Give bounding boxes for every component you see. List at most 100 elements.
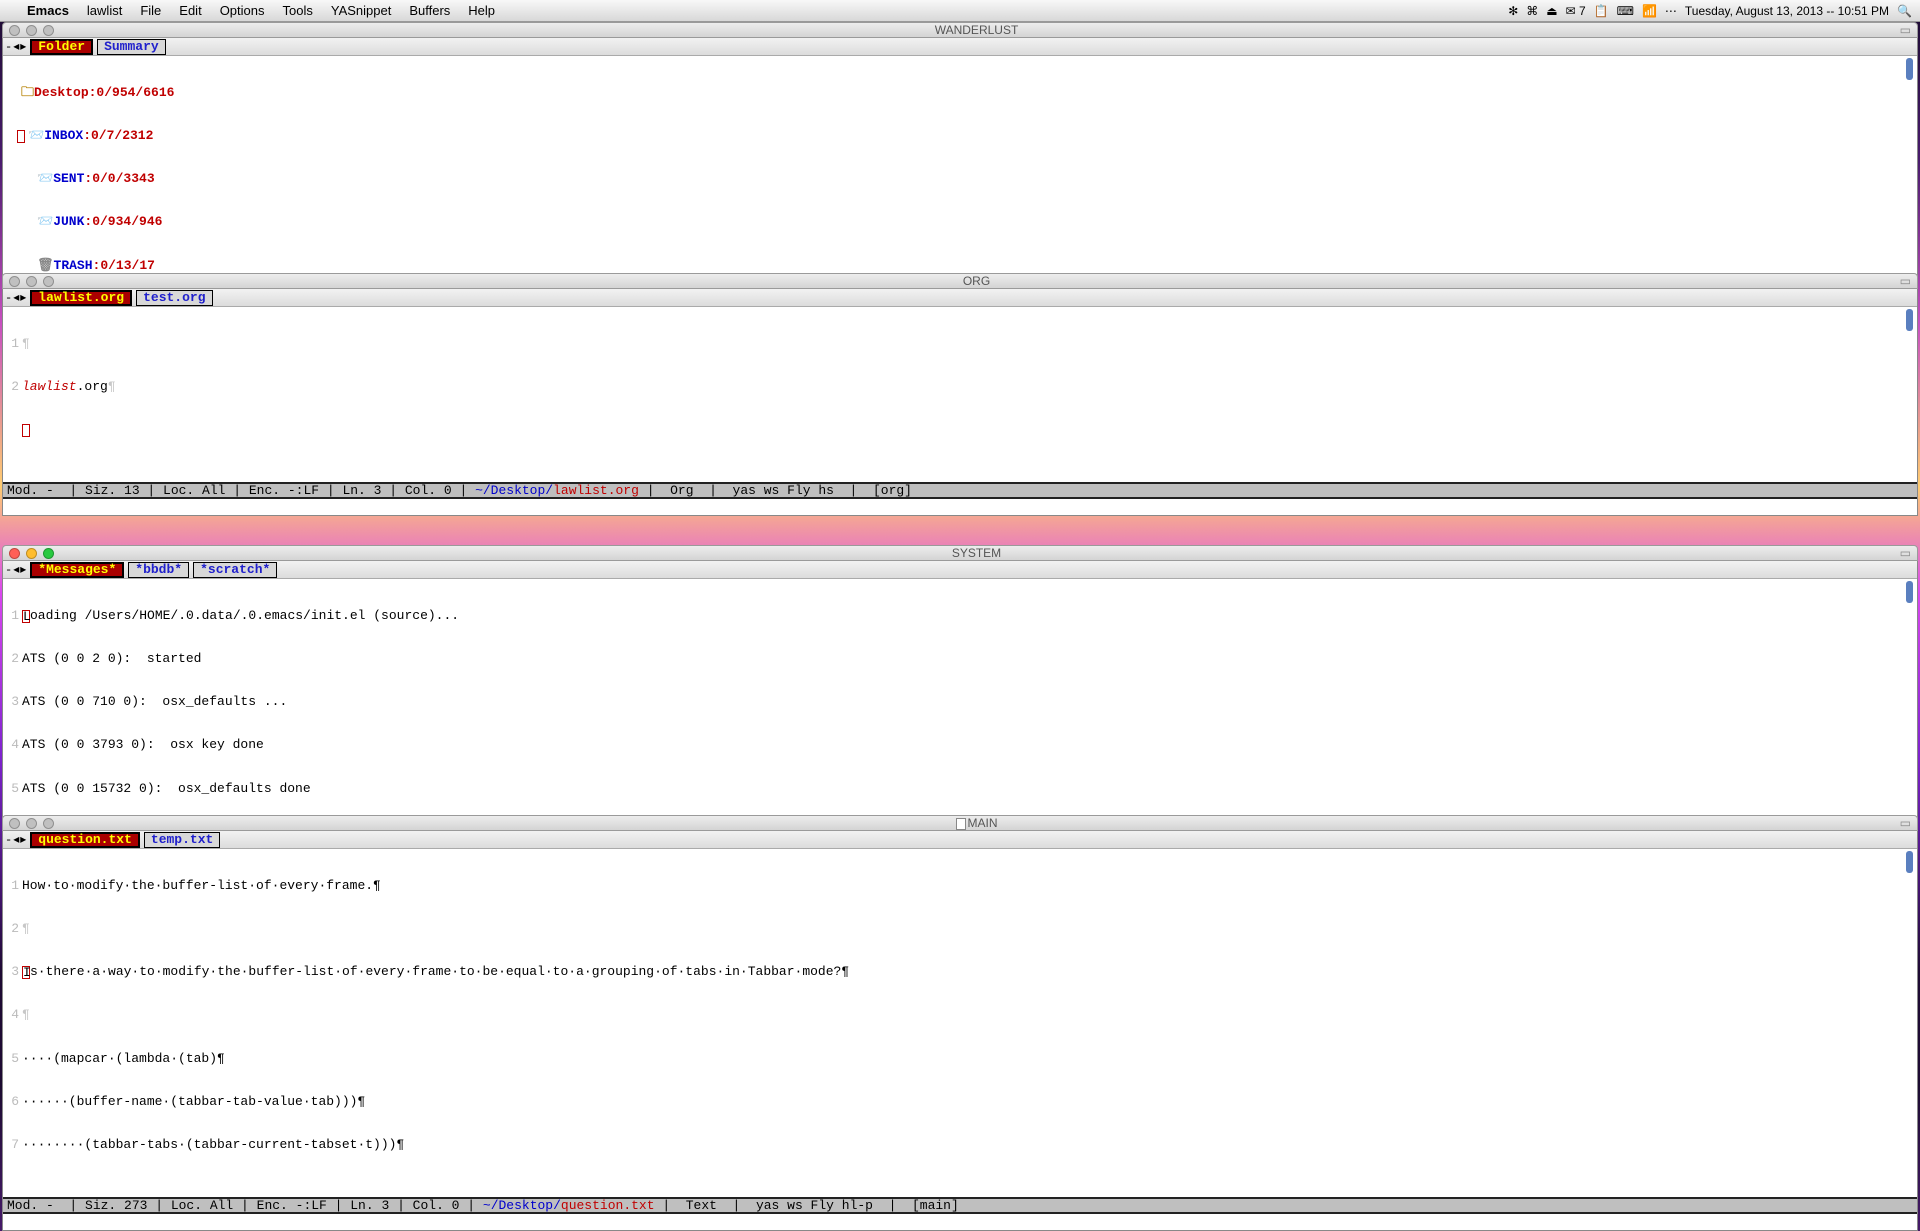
folder-item[interactable]: TRASH — [54, 258, 93, 273]
buffer-text[interactable]: 1How·to·modify·the·buffer-list·of·every·… — [3, 849, 1917, 1197]
tabbar: -◂▸ question.txt temp.txt — [3, 831, 1917, 849]
titlebar-toggle-icon[interactable]: ▭ — [1891, 23, 1911, 37]
tab-question-txt[interactable]: question.txt — [30, 832, 140, 848]
tabbar-controls[interactable]: -◂▸ — [5, 832, 26, 847]
folder-item[interactable]: INBOX — [44, 128, 83, 143]
menu-emacs[interactable]: Emacs — [18, 3, 78, 18]
titlebar[interactable]: WANDERLUST ▭ — [2, 22, 1918, 38]
tab-scratch[interactable]: *scratch* — [193, 562, 277, 578]
scrollbar[interactable] — [1906, 851, 1913, 873]
menu-yasnippet[interactable]: YASnippet — [322, 3, 400, 18]
minimize-icon[interactable] — [26, 548, 37, 559]
buffer-org[interactable]: 1¶ 2lawlist.org¶ — [3, 307, 1917, 482]
frame-title: WANDERLUST — [62, 23, 1891, 37]
line-number: 7 — [5, 1138, 19, 1152]
zoom-icon[interactable] — [43, 818, 54, 829]
folder-counts: :0/0/3343 — [84, 171, 154, 186]
close-icon[interactable] — [9, 25, 20, 36]
line-number: 2 — [5, 922, 19, 936]
status-icon[interactable]: ⋯ — [1665, 4, 1677, 18]
folder-counts: :0/934/946 — [84, 214, 162, 229]
message-line: ATS (0 0 3793 0): osx key done — [22, 737, 264, 752]
menu-help[interactable]: Help — [459, 3, 504, 18]
tab-temp-txt[interactable]: temp.txt — [144, 832, 220, 848]
wifi-icon[interactable]: 📶 — [1642, 4, 1657, 18]
titlebar[interactable]: ORG ▭ — [2, 273, 1918, 289]
line-number: 6 — [5, 1095, 19, 1109]
frame-org: ORG ▭ -◂▸ lawlist.org test.org 1¶ 2lawli… — [2, 273, 1918, 488]
status-icon[interactable]: ⌨ — [1617, 4, 1634, 18]
zoom-icon[interactable] — [43, 276, 54, 287]
status-icon[interactable]: ⏏ — [1546, 4, 1557, 18]
menu-lawlist[interactable]: lawlist — [78, 3, 131, 18]
titlebar-toggle-icon[interactable]: ▭ — [1891, 274, 1911, 288]
cursor — [17, 130, 25, 143]
minimize-icon[interactable] — [26, 818, 37, 829]
text-line: ¶ — [22, 921, 30, 936]
scrollbar[interactable] — [1906, 581, 1913, 603]
tabbar-controls[interactable]: -◂▸ — [5, 562, 26, 577]
titlebar[interactable]: SYSTEM ▭ — [2, 545, 1918, 561]
menubar-right: ✻ ⌘ ⏏ ✉ 7 📋 ⌨ 📶 ⋯ Tuesday, August 13, 20… — [1508, 4, 1912, 18]
line-number: 1 — [5, 879, 19, 893]
folder-counts: :0/7/2312 — [83, 128, 153, 143]
frame-wanderlust: WANDERLUST ▭ -◂▸ Folder Summary 🗀Desktop… — [2, 22, 1918, 247]
folder-root: Desktop:0/954/6616 — [34, 85, 174, 100]
tab-lawlist-org[interactable]: lawlist.org — [30, 290, 132, 306]
modeline: Mod. - | Siz. 273 | Loc. All | Enc. -:LF… — [3, 1197, 1917, 1214]
message-line: ATS (0 0 710 0): osx_defaults ... — [22, 694, 287, 709]
document-icon — [956, 818, 966, 830]
echo-area — [3, 1214, 1917, 1230]
status-icon[interactable]: ⌘ — [1526, 4, 1538, 18]
status-icon[interactable]: 📋 — [1594, 4, 1609, 18]
mail-icon[interactable]: ✉ 7 — [1566, 4, 1586, 18]
tabbar: -◂▸ lawlist.org test.org — [3, 289, 1917, 307]
menu-edit[interactable]: Edit — [170, 3, 210, 18]
pilcrow: ¶ — [22, 336, 30, 351]
status-icon[interactable]: ✻ — [1508, 4, 1518, 18]
spotlight-icon[interactable]: 🔍 — [1897, 4, 1912, 18]
tab-summary[interactable]: Summary — [97, 39, 166, 55]
minimize-icon[interactable] — [26, 25, 37, 36]
close-icon[interactable] — [9, 818, 20, 829]
frame-system: SYSTEM ▭ -◂▸ *Messages* *bbdb* *scratch*… — [2, 545, 1918, 780]
line-number: 5 — [5, 1052, 19, 1066]
menu-options[interactable]: Options — [211, 3, 274, 18]
tab-test-org[interactable]: test.org — [136, 290, 212, 306]
text-line: How·to·modify·the·buffer-list·of·every·f… — [22, 878, 381, 893]
close-icon[interactable] — [9, 548, 20, 559]
tabbar-controls[interactable]: -◂▸ — [5, 39, 26, 54]
tab-folder[interactable]: Folder — [30, 39, 93, 55]
folder-item[interactable]: JUNK — [53, 214, 84, 229]
pilcrow: ¶ — [108, 379, 116, 394]
tab-bbdb[interactable]: *bbdb* — [128, 562, 189, 578]
titlebar-toggle-icon[interactable]: ▭ — [1891, 546, 1911, 560]
mac-menubar: Emacs lawlist File Edit Options Tools YA… — [0, 0, 1920, 22]
mailbox-icon: 📨 — [37, 171, 53, 186]
close-icon[interactable] — [9, 276, 20, 287]
text-line: ····(mapcar·(lambda·(tab)¶ — [22, 1051, 225, 1066]
titlebar[interactable]: MAIN ▭ — [2, 815, 1918, 831]
modeline: Mod. - | Siz. 13 | Loc. All | Enc. -:LF … — [3, 482, 1917, 499]
message-line: ATS (0 0 2 0): started — [22, 651, 201, 666]
clock[interactable]: Tuesday, August 13, 2013 -- 10:51 PM — [1685, 4, 1889, 18]
tabbar-controls[interactable]: -◂▸ — [5, 290, 26, 305]
zoom-icon[interactable] — [43, 25, 54, 36]
tabbar: -◂▸ *Messages* *bbdb* *scratch* — [3, 561, 1917, 579]
message-line: oading /Users/HOME/.0.data/.0.emacs/init… — [30, 608, 459, 623]
menu-file[interactable]: File — [131, 3, 170, 18]
titlebar-toggle-icon[interactable]: ▭ — [1891, 816, 1911, 830]
minimize-icon[interactable] — [26, 276, 37, 287]
scrollbar[interactable] — [1906, 309, 1913, 331]
menu-buffers[interactable]: Buffers — [400, 3, 459, 18]
scrollbar[interactable] — [1906, 58, 1913, 80]
line-number: 2 — [5, 380, 19, 394]
folder-item[interactable]: SENT — [53, 171, 84, 186]
line-number: 1 — [5, 337, 19, 351]
text-line: ········(tabbar-tabs·(tabbar-current-tab… — [22, 1137, 404, 1152]
folder-icon: 🗀 — [21, 85, 34, 100]
tab-messages[interactable]: *Messages* — [30, 562, 124, 578]
zoom-icon[interactable] — [43, 548, 54, 559]
text-line: s·there·a·way·to·modify·the·buffer-list·… — [30, 964, 849, 979]
menu-tools[interactable]: Tools — [274, 3, 322, 18]
